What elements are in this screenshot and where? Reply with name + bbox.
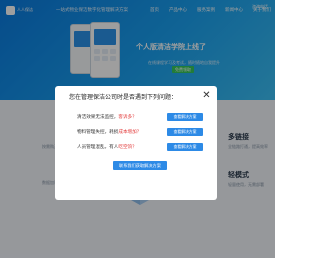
question-item: 物料管理失控，耗损成本增加？ bbox=[77, 129, 141, 135]
view-solution-button[interactable]: 查看解决方案 bbox=[167, 128, 203, 136]
view-solution-button[interactable]: 查看解决方案 bbox=[167, 143, 203, 151]
modal-title: 您在管理保洁公司时是否遇到下列问题： bbox=[69, 94, 178, 101]
close-icon[interactable]: ✕ bbox=[201, 90, 212, 101]
question-text: 人员管理混乱，有人 bbox=[77, 145, 119, 150]
question-highlight: 客诉多？ bbox=[118, 115, 137, 120]
question-highlight: 吃空饷？ bbox=[118, 145, 137, 150]
contact-cta-button[interactable]: 联系我们获取解决方案 bbox=[113, 161, 167, 170]
view-solution-button[interactable]: 查看解决方案 bbox=[167, 113, 203, 121]
question-text: 清洁效果无法监控， bbox=[77, 115, 119, 120]
question-highlight: 成本增加？ bbox=[118, 130, 142, 135]
problem-survey-modal: 您在管理保洁公司时是否遇到下列问题： ✕ 清洁效果无法监控，客诉多？ 查看解决方… bbox=[55, 86, 217, 200]
question-text: 物料管理失控，耗损 bbox=[77, 130, 119, 135]
question-item: 清洁效果无法监控，客诉多？ bbox=[77, 114, 137, 120]
question-item: 人员管理混乱，有人吃空饷？ bbox=[77, 144, 137, 150]
